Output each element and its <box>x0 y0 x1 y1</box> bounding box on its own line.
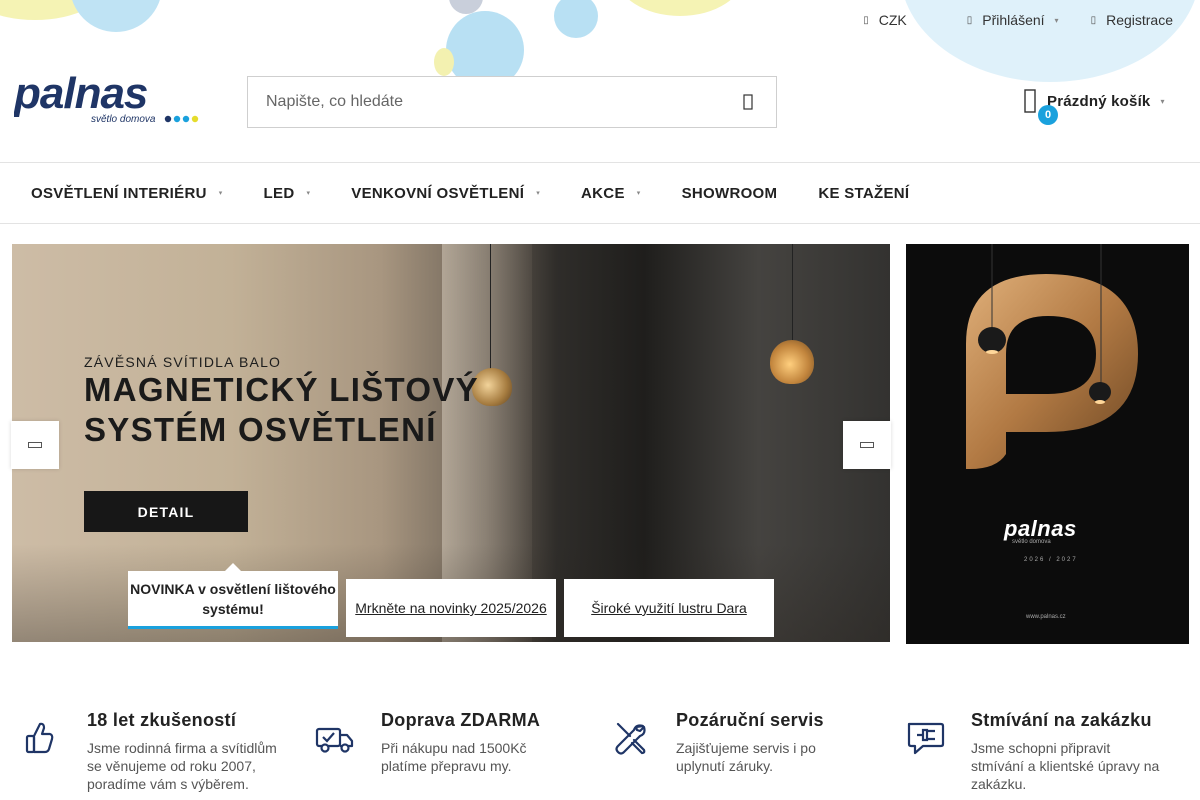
decor-bubble-yellow <box>434 48 454 76</box>
nav-item-showroom[interactable]: SHOWROOM <box>682 185 778 202</box>
currency-selector[interactable]: ▯ CZK <box>863 12 907 28</box>
benefit-text: Jsme rodinná firma a svítidlům se věnuje… <box>87 740 277 792</box>
benefit-title: Pozáruční servis <box>676 710 824 730</box>
cart-count-badge: 0 <box>1038 105 1058 125</box>
register-link[interactable]: ▯ Registrace <box>1091 12 1173 28</box>
nav-item-sale[interactable]: AKCE ▾ <box>581 185 641 202</box>
pendant-wire <box>490 244 491 372</box>
pendant-wire <box>792 244 793 344</box>
slide-tab-1[interactable]: NOVINKA v osvětlení lištového systému! <box>128 571 338 629</box>
chevron-down-icon: ▾ <box>636 190 641 197</box>
site-logo[interactable]: palnas světlo domova <box>13 69 214 126</box>
login-link[interactable]: ▯ Přihlášení ▾ <box>967 12 1059 28</box>
slide-tab-2[interactable]: Mrkněte na novinky 2025/2026 <box>346 579 556 637</box>
nav-item-downloads[interactable]: KE STAŽENÍ <box>818 185 909 202</box>
nav-item-label: KE STAŽENÍ <box>818 184 910 202</box>
register-icon: ▯ <box>1090 14 1097 26</box>
chevron-down-icon: ▾ <box>1160 96 1165 106</box>
chevron-down-icon: ▾ <box>218 190 223 197</box>
benefit-title: Stmívání na zakázku <box>971 710 1152 730</box>
chat-plug-icon <box>907 722 945 755</box>
decor-bubble-blue <box>554 0 598 38</box>
hero-title: MAGNETICKÝ LIŠTOVÝ SYSTÉM OSVĚTLENÍ <box>84 371 479 448</box>
chevron-down-icon: ▾ <box>536 190 541 197</box>
slider-next-button[interactable] <box>843 421 891 469</box>
nav-item-label: VENKOVNÍ OSVĚTLENÍ <box>351 184 525 202</box>
decor-bubble-yellow <box>615 0 745 16</box>
nav-item-interior-lighting[interactable]: OSVĚTLENÍ INTERIÉRU ▾ <box>31 185 223 202</box>
thumbs-up-icon <box>25 722 54 754</box>
delivery-truck-icon <box>315 727 354 753</box>
search-box <box>247 76 777 128</box>
benefit-text: Při nákupu nad 1500Kč platíme přepravu m… <box>381 740 527 774</box>
main-navigation: OSVĚTLENÍ INTERIÉRU ▾ LED ▾ VENKOVNÍ OSV… <box>0 162 1200 224</box>
slide-tab-label: Mrkněte na novinky 2025/2026 <box>355 600 547 616</box>
pendant-lamp-image <box>770 340 814 384</box>
benefits-strip: 18 let zkušeností Jsme rodinná firma a s… <box>0 700 1200 800</box>
decor-bubble-blue <box>70 0 162 32</box>
nav-item-label: OSVĚTLENÍ INTERIÉRU <box>31 184 207 202</box>
search-input[interactable] <box>248 77 720 127</box>
currency-label: CZK <box>878 12 907 28</box>
search-icon <box>743 94 753 110</box>
arrow-right-icon <box>860 442 874 448</box>
chevron-down-icon: ▾ <box>1054 15 1059 25</box>
tools-icon <box>615 722 646 755</box>
cart-label: Prázdný košík <box>1047 92 1151 110</box>
user-icon: ▯ <box>966 14 973 26</box>
login-label: Přihlášení <box>982 12 1045 28</box>
nav-item-label: SHOWROOM <box>681 184 778 202</box>
nav-item-label: LED <box>263 184 295 202</box>
benefit-title: Doprava ZDARMA <box>381 710 541 730</box>
currency-icon: ▯ <box>863 14 869 26</box>
logo-wordmark: palnas <box>14 74 147 118</box>
catalog-p-logo-image <box>966 244 1138 470</box>
nav-item-led[interactable]: LED ▾ <box>264 185 311 202</box>
slider-prev-button[interactable] <box>11 421 59 469</box>
slide-tab-3[interactable]: Široké využití lustru Dara <box>564 579 774 637</box>
hero-detail-button[interactable]: DETAIL <box>84 491 248 532</box>
logo-tagline: světlo domova <box>91 114 156 125</box>
cart-button[interactable]: 0 Prázdný košík ▾ <box>1020 86 1165 125</box>
nav-item-outdoor-lighting[interactable]: VENKOVNÍ OSVĚTLENÍ ▾ <box>351 185 540 202</box>
register-label: Registrace <box>1106 12 1173 28</box>
chevron-down-icon: ▾ <box>306 190 311 197</box>
slide-tab-label: NOVINKA v osvětlení lištového systému! <box>130 580 336 617</box>
arrow-left-icon <box>28 442 42 448</box>
benefit-title: 18 let zkušeností <box>87 710 237 730</box>
benefit-text: Zajišťujeme servis i po uplynutí záruky. <box>676 740 816 774</box>
catalog-url: www.palnas.cz <box>1026 614 1066 620</box>
hero-subtitle: ZÁVĚSNÁ SVÍTIDLA BALO <box>84 354 282 370</box>
catalog-tagline: světlo domova <box>1012 539 1051 545</box>
top-bar: ▯ CZK ▯ Přihlášení ▾ ▯ Registrace <box>863 0 1200 40</box>
catalog-years: 2026 / 2027 <box>1024 557 1078 563</box>
nav-item-label: AKCE <box>581 184 625 202</box>
search-button[interactable] <box>720 77 776 127</box>
palnas-logo-icon: palnas světlo domova <box>13 69 199 125</box>
cart-icon: 0 <box>1020 86 1058 125</box>
catalog-banner[interactable]: palnas světlo domova 2026 / 2027 www.pal… <box>906 244 1189 644</box>
benefit-text: Jsme schopni připravit stmívání a klient… <box>971 740 1160 792</box>
slide-tab-label: Široké využití lustru Dara <box>591 600 747 616</box>
active-tab-pointer <box>225 563 241 571</box>
